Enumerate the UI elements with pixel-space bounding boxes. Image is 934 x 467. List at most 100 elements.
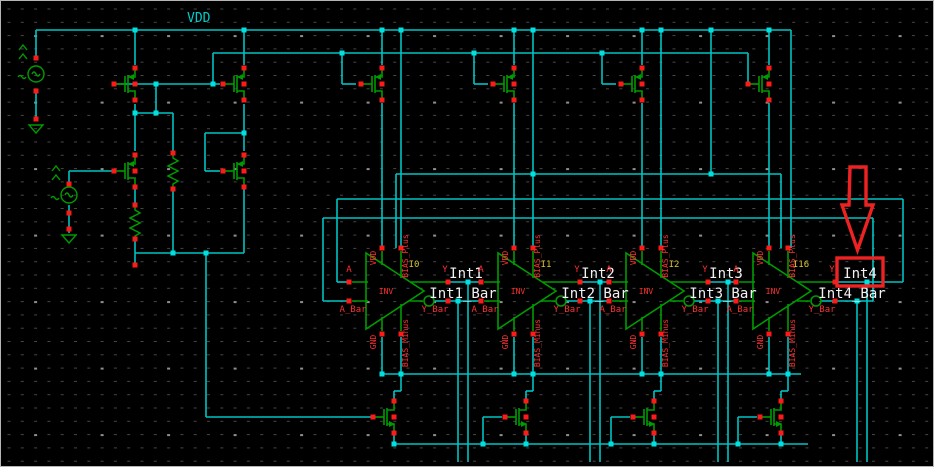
pin-label-vdd[interactable]: VDD bbox=[629, 251, 638, 266]
pin-label-vdd[interactable]: VDD bbox=[501, 251, 510, 266]
cell-label[interactable]: INV bbox=[511, 287, 526, 296]
instance-label[interactable]: I1 bbox=[541, 260, 552, 270]
vdd-net-label[interactable]: VDD bbox=[187, 11, 211, 26]
pin-square bbox=[132, 184, 138, 190]
pin-square bbox=[132, 202, 138, 208]
net-label[interactable]: Int4 bbox=[843, 266, 877, 282]
pin-square bbox=[66, 226, 72, 232]
pin-label-y[interactable]: Y bbox=[574, 265, 580, 275]
pin-label-biasplus[interactable]: BIAS_Plus bbox=[788, 234, 797, 278]
pin-square bbox=[630, 414, 636, 420]
pin-square bbox=[346, 279, 352, 285]
pmos-transistor[interactable] bbox=[750, 70, 770, 98]
pin-label-a[interactable]: A bbox=[478, 265, 484, 275]
pin-label-biasplus[interactable]: BIAS_Plus bbox=[401, 234, 410, 278]
pin-square bbox=[111, 81, 117, 87]
pin-square bbox=[241, 65, 247, 71]
pin-square bbox=[766, 97, 772, 103]
pin-square bbox=[241, 97, 247, 103]
pin-square bbox=[511, 65, 517, 71]
pin-label-ybar[interactable]: Y_Bar bbox=[421, 305, 449, 315]
pmos-transistor[interactable] bbox=[225, 70, 245, 98]
pin-label-ybar[interactable]: Y_Bar bbox=[681, 305, 709, 315]
pin-label-y[interactable]: Y bbox=[829, 265, 835, 275]
schematic-wires[interactable] bbox=[35, 29, 904, 462]
pin-square bbox=[778, 414, 784, 420]
pin-label-gnd[interactable]: GND bbox=[369, 335, 378, 350]
pin-square bbox=[745, 81, 751, 87]
cell-label[interactable]: INV bbox=[639, 287, 654, 296]
instance-label[interactable]: I0 bbox=[409, 260, 420, 270]
pin-label-y[interactable]: Y bbox=[442, 265, 448, 275]
pin-square bbox=[766, 331, 772, 337]
pin-label-biasminus[interactable]: BIAS_Minus bbox=[661, 319, 670, 367]
pin-square bbox=[379, 97, 385, 103]
pin-square bbox=[132, 262, 138, 268]
pmos-transistor[interactable] bbox=[363, 70, 383, 98]
pin-square bbox=[241, 168, 247, 174]
pin-square bbox=[170, 150, 176, 156]
pin-label-ybar[interactable]: Y_Bar bbox=[808, 305, 836, 315]
pin-square bbox=[220, 81, 226, 87]
pin-square bbox=[639, 81, 645, 87]
pin-label-gnd[interactable]: GND bbox=[756, 335, 765, 350]
pin-label-ybar[interactable]: Y_Bar bbox=[553, 305, 581, 315]
pin-label-biasminus[interactable]: BIAS_Minus bbox=[401, 319, 410, 367]
pin-label-gnd[interactable]: GND bbox=[629, 335, 638, 350]
pmos-transistor[interactable] bbox=[495, 70, 515, 98]
resistor[interactable] bbox=[166, 153, 180, 189]
pin-square bbox=[132, 81, 138, 87]
cell-label[interactable]: INV bbox=[379, 287, 394, 296]
pin-square bbox=[778, 430, 784, 436]
pin-square bbox=[379, 245, 385, 251]
pin-square bbox=[358, 81, 364, 87]
pin-label-biasminus[interactable]: BIAS_Minus bbox=[788, 319, 797, 367]
pin-label-abar[interactable]: A_Bar bbox=[339, 305, 367, 315]
pin-square bbox=[511, 81, 517, 87]
pin-square bbox=[170, 186, 176, 192]
pin-label-biasplus[interactable]: BIAS_Plus bbox=[533, 234, 542, 278]
pin-square bbox=[651, 430, 657, 436]
pin-square bbox=[33, 88, 39, 94]
pin-label-y[interactable]: Y bbox=[702, 265, 708, 275]
pin-label-abar[interactable]: A_Bar bbox=[599, 305, 627, 315]
pin-label-vdd[interactable]: VDD bbox=[369, 251, 378, 266]
pin-square bbox=[346, 298, 352, 304]
pin-square bbox=[111, 168, 117, 174]
pin-label-a[interactable]: A bbox=[346, 265, 352, 275]
pin-label-biasplus[interactable]: BIAS_Plus bbox=[661, 234, 670, 278]
pin-label-biasminus[interactable]: BIAS_Minus bbox=[533, 319, 542, 367]
pmos-transistor[interactable] bbox=[225, 157, 245, 185]
pin-square bbox=[391, 414, 397, 420]
pin-square bbox=[639, 331, 645, 337]
pmos-transistor[interactable] bbox=[116, 157, 136, 185]
pin-label-a[interactable]: A bbox=[606, 265, 612, 275]
pmos-transistor[interactable] bbox=[623, 70, 643, 98]
pin-square bbox=[391, 398, 397, 404]
pin-label-gnd[interactable]: GND bbox=[501, 335, 510, 350]
pin-label-abar[interactable]: A_Bar bbox=[471, 305, 499, 315]
net-label[interactable]: Int3_Bar bbox=[689, 286, 756, 302]
voltage-source[interactable] bbox=[17, 43, 45, 83]
cell-label[interactable]: INV bbox=[766, 287, 781, 296]
pin-label-abar[interactable]: A_Bar bbox=[726, 305, 754, 315]
pin-square bbox=[523, 414, 529, 420]
pin-square bbox=[651, 414, 657, 420]
pin-square bbox=[132, 65, 138, 71]
net-label[interactable]: Int2_Bar bbox=[561, 286, 628, 302]
pin-label-a[interactable]: A bbox=[733, 265, 739, 275]
instance-label[interactable]: I2 bbox=[669, 260, 680, 270]
pin-label-vdd[interactable]: VDD bbox=[756, 251, 765, 266]
pin-square bbox=[132, 168, 138, 174]
resistor[interactable] bbox=[128, 205, 142, 241]
schematic-editor-canvas[interactable]: VDD Int1 Int1_Bar Y A Y_Bar A_Bar I0 INV VDD BIAS… bbox=[0, 0, 934, 467]
net-label[interactable]: Int1_Bar bbox=[429, 286, 496, 302]
pin-square bbox=[523, 398, 529, 404]
pin-square bbox=[639, 65, 645, 71]
pin-square bbox=[220, 168, 226, 174]
pin-square bbox=[490, 81, 496, 87]
pin-square bbox=[241, 184, 247, 190]
pin-square bbox=[379, 81, 385, 87]
net-label[interactable]: Int4_Bar bbox=[818, 286, 885, 302]
pin-square bbox=[766, 245, 772, 251]
